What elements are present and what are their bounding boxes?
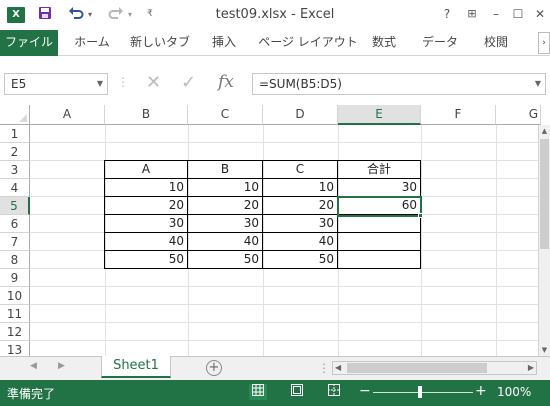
row-header-8[interactable]: 8 (0, 251, 30, 269)
maximize-button[interactable]: ☐ (509, 6, 527, 22)
ribbon-collapsed-area (0, 57, 550, 69)
formula-text: =SUM(B5:D5) (259, 77, 342, 91)
tab-page-layout[interactable]: ページ レイアウト (258, 30, 358, 56)
tab-file[interactable]: ファイル (0, 30, 58, 56)
insert-function-icon[interactable]: fx (218, 72, 234, 92)
cell-selection-outline (337, 196, 422, 217)
table-cell[interactable]: 30 (338, 179, 421, 197)
column-header-e[interactable]: E (338, 105, 421, 125)
table-header-cell[interactable]: C (263, 160, 338, 179)
row-header-10[interactable]: 10 (0, 287, 30, 305)
table-cell[interactable] (338, 251, 421, 269)
zoom-out-button[interactable]: − (359, 383, 371, 399)
row-header-6[interactable]: 6 (0, 215, 30, 233)
column-header-a[interactable]: A (30, 105, 105, 125)
page-layout-view-icon[interactable] (288, 384, 306, 400)
sheet-next-icon[interactable]: ▶ (58, 361, 65, 371)
sheet-tab-bar: ◀ ▶ Sheet1 + ⋮ ◀ ▶ (0, 356, 550, 380)
tab-review[interactable]: 校閲 (474, 30, 518, 56)
title-bar: X ▾ ▾ ₹ test09.xlsx - Excel ? ⊞ – ☐ ✕ (0, 0, 550, 30)
expand-formula-bar-icon[interactable]: ▼ (535, 74, 541, 94)
zoom-level[interactable]: 100% (497, 385, 531, 399)
zoom-in-button[interactable]: + (475, 383, 487, 399)
page-break-preview-icon[interactable] (325, 384, 343, 400)
ribbon-tabs: ファイル ホーム 新しいタブ 挿入 ページ レイアウト 数式 データ 校閲 › (0, 30, 550, 56)
minimize-button[interactable]: – (487, 6, 505, 22)
row-header-3[interactable]: 3 (0, 161, 30, 179)
column-header-b[interactable]: B (105, 105, 188, 125)
table-cell[interactable]: 30 (263, 215, 338, 233)
table-cell[interactable]: 10 (263, 179, 338, 197)
table-cell[interactable]: 40 (104, 233, 188, 251)
column-header-g[interactable]: G (496, 105, 541, 125)
scroll-right-icon[interactable]: ▶ (528, 362, 534, 374)
cancel-icon[interactable]: ✕ (146, 72, 161, 93)
table-cell[interactable] (338, 215, 421, 233)
table-cell[interactable]: 20 (263, 197, 338, 215)
column-header-f[interactable]: F (421, 105, 496, 125)
enter-icon[interactable]: ✓ (181, 72, 196, 93)
scroll-left-icon[interactable]: ◀ (335, 362, 341, 374)
tab-formulas[interactable]: 数式 (362, 30, 406, 56)
fill-handle[interactable] (418, 213, 423, 218)
scroll-up-icon[interactable]: ▲ (539, 125, 550, 137)
ribbon-scroll-right-icon[interactable]: › (538, 32, 550, 54)
table-header-cell[interactable]: B (188, 160, 263, 179)
vertical-scroll-thumb[interactable] (540, 139, 549, 249)
row-header-1[interactable]: 1 (0, 125, 30, 143)
row-header-5[interactable]: 5 (0, 197, 30, 215)
horizontal-scrollbar[interactable]: ◀ ▶ (332, 361, 537, 375)
table-cell[interactable]: 20 (104, 197, 188, 215)
table-header-cell[interactable]: A (104, 160, 188, 179)
table-cell[interactable] (338, 233, 421, 251)
scroll-down-icon[interactable]: ▼ (539, 344, 550, 356)
add-sheet-icon[interactable]: + (206, 360, 222, 376)
tab-new-tab[interactable]: 新しいタブ (128, 30, 192, 56)
table-cell[interactable]: 40 (263, 233, 338, 251)
sheet-tab-sheet1[interactable]: Sheet1 (101, 356, 171, 378)
formula-bar: E5 ▼ ⋮ ✕ ✓ fx =SUM(B5:D5) ▼ (0, 69, 550, 99)
tab-home[interactable]: ホーム (66, 30, 118, 56)
close-button[interactable]: ✕ (531, 6, 549, 22)
table-cell[interactable]: 10 (104, 179, 188, 197)
zoom-slider-track[interactable] (373, 392, 473, 393)
table-cell[interactable]: 50 (104, 251, 188, 269)
table-cell[interactable]: 20 (188, 197, 263, 215)
select-all-corner[interactable] (0, 105, 30, 125)
sheet-prev-icon[interactable]: ◀ (30, 361, 37, 371)
formula-input[interactable]: =SUM(B5:D5) ▼ (252, 73, 546, 95)
name-box[interactable]: E5 ▼ (4, 73, 108, 95)
row-header-12[interactable]: 12 (0, 323, 30, 341)
table-cell[interactable]: 30 (104, 215, 188, 233)
row-header-11[interactable]: 11 (0, 305, 30, 323)
column-header-c[interactable]: C (188, 105, 263, 125)
row-header-4[interactable]: 4 (0, 179, 30, 197)
worksheet-grid[interactable]: A B C D E F G 1 2 3 4 5 6 7 8 9 10 11 12… (0, 105, 550, 356)
horizontal-scroll-thumb[interactable] (347, 363, 487, 373)
table-header-cell[interactable]: 合計 (338, 160, 421, 179)
table-cell[interactable]: 50 (188, 251, 263, 269)
row-header-2[interactable]: 2 (0, 143, 30, 161)
table-cell[interactable]: 50 (263, 251, 338, 269)
status-bar: 準備完了 − + 100% (0, 380, 550, 406)
formula-bar-separator: ⋮ (117, 75, 129, 89)
tab-insert[interactable]: 挿入 (202, 30, 246, 56)
tab-data[interactable]: データ (414, 30, 466, 56)
normal-view-icon[interactable] (249, 384, 267, 400)
vertical-scrollbar[interactable]: ▲ ▼ (538, 125, 550, 356)
name-box-value: E5 (11, 77, 27, 91)
zoom-slider-thumb[interactable] (418, 386, 422, 398)
table-cell[interactable]: 10 (188, 179, 263, 197)
ribbon-display-options-button[interactable]: ⊞ (463, 6, 481, 22)
chevron-down-icon[interactable]: ▼ (97, 74, 103, 94)
column-header-d[interactable]: D (263, 105, 338, 125)
row-header-7[interactable]: 7 (0, 233, 30, 251)
table-cell[interactable]: 40 (188, 233, 263, 251)
help-button[interactable]: ? (438, 6, 456, 22)
status-text: 準備完了 (7, 387, 56, 401)
table-cell[interactable]: 30 (188, 215, 263, 233)
tab-split-handle-icon[interactable]: ⋮ (318, 361, 330, 375)
row-header-13[interactable]: 13 (0, 341, 30, 356)
row-header-9[interactable]: 9 (0, 269, 30, 287)
